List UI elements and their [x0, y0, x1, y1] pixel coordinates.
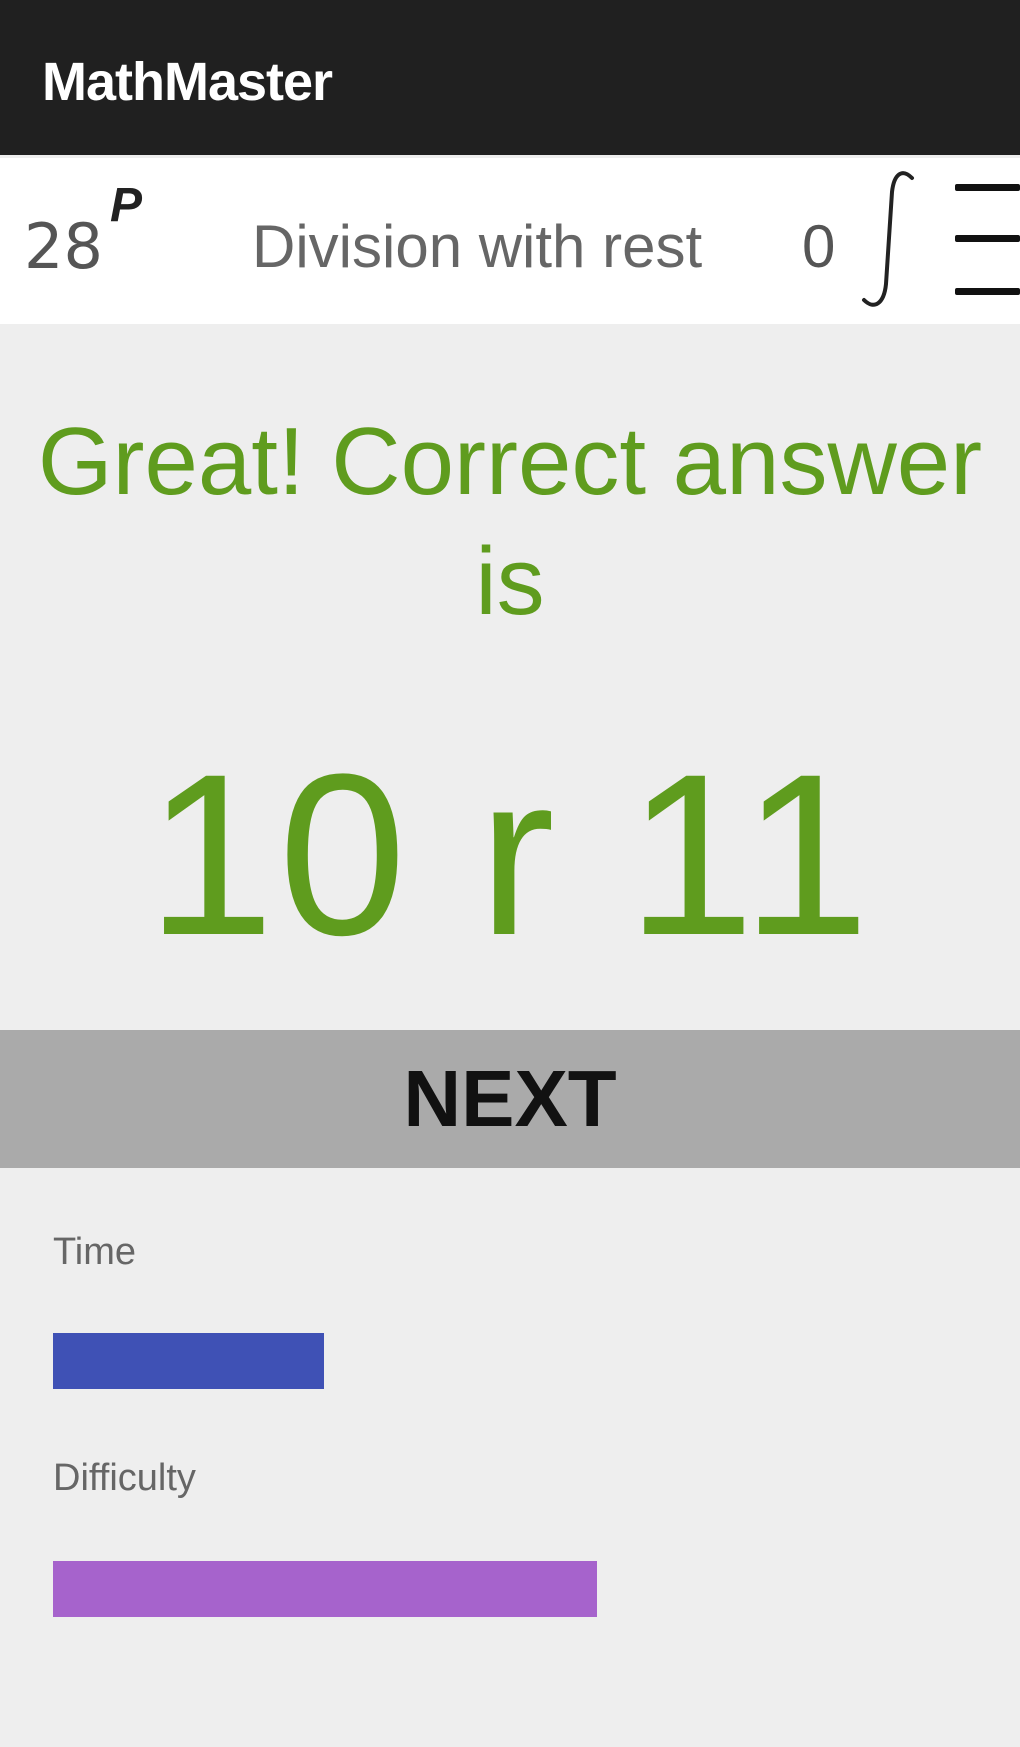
- menu-line: [955, 288, 1020, 295]
- points-value: 28: [24, 210, 103, 283]
- points-icon: P: [110, 179, 143, 232]
- integral-icon: [862, 171, 914, 307]
- app-title: MathMaster: [42, 52, 333, 112]
- time-bar-fill: [53, 1333, 324, 1389]
- time-bar: [53, 1333, 967, 1389]
- difficulty-label: Difficulty: [53, 1457, 196, 1499]
- topic-title: Division with rest: [252, 213, 703, 280]
- menu-line: [955, 184, 1020, 191]
- feedback-message: Great! Correct answer is: [37, 408, 983, 635]
- difficulty-bar: [53, 1561, 967, 1617]
- menu-line: [955, 235, 1020, 242]
- correct-answer: 10 r 11: [146, 726, 874, 983]
- time-label: Time: [53, 1231, 137, 1273]
- app-bar: MathMaster: [0, 0, 1020, 155]
- next-button[interactable]: NEXT: [0, 1030, 1020, 1168]
- hamburger-menu-icon[interactable]: [955, 184, 1020, 296]
- integral-value: 0: [802, 213, 836, 280]
- score-bar: 28 P Division with rest 0: [0, 158, 1020, 324]
- difficulty-bar-fill: [53, 1561, 597, 1617]
